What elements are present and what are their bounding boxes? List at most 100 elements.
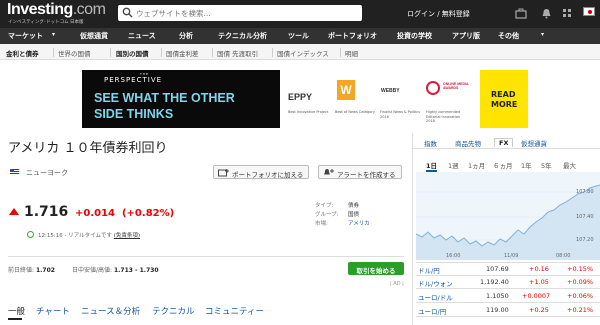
quote-name[interactable]: ドル/ウォン (418, 278, 453, 288)
subnav-forwards[interactable]: 国債 先渡取引 (217, 48, 258, 58)
row-divider (416, 262, 600, 263)
award-4-text: Highly commended Editorial Innovation 20… (426, 110, 461, 123)
create-alert-button[interactable]: アラートを作成する (318, 165, 402, 179)
quote-percent: +0.09% (567, 278, 594, 286)
nav-portfolio[interactable]: ポートフォリオ (328, 31, 377, 41)
ad-label: | AD | (390, 281, 404, 287)
timeframe-5y[interactable]: 5年 (541, 160, 552, 170)
tab-news-analysis[interactable]: ニュース＆分析 (81, 305, 140, 317)
quote-change: +1.05 (529, 278, 549, 286)
search-box[interactable] (118, 5, 362, 21)
japan-flag-icon[interactable] (583, 7, 595, 16)
online-media-awards-icon (426, 81, 440, 95)
nav-tools[interactable]: ツール (288, 31, 309, 41)
nav-app[interactable]: アプリ版 (452, 31, 480, 41)
nav-more[interactable]: その他 (498, 31, 519, 41)
ad-cta-label: READ MORE (491, 90, 518, 109)
prev-close-value: 1.702 (35, 267, 55, 274)
up-arrow-icon (9, 208, 19, 215)
quote-name[interactable]: ドル/円 (418, 265, 440, 275)
search-input[interactable] (136, 5, 356, 21)
portfolio-icon[interactable] (515, 8, 527, 19)
header: Investing.com インベスティング･ドットコム 日本版 ログイン / … (0, 0, 600, 28)
tab-technical[interactable]: テクニカル (152, 305, 195, 317)
ad-brand: PERSPECTIVE (104, 72, 162, 84)
add-to-portfolio-button[interactable]: ポートフォリオに加える (213, 165, 310, 179)
portfolio-add-icon (218, 169, 229, 177)
main-nav: マーケット ▾ 仮想通貨 ニュース 分析 テクニカル分析 ツール ポートフォリオ… (0, 28, 600, 44)
sub-nav: 金利と債券 世界の国債 国別の国債 国債金利差 国債 先渡取引 国債インデックス… (0, 44, 600, 60)
search-icon (122, 7, 133, 18)
award-1-text: Best Innovative Project (288, 110, 329, 114)
nav-news[interactable]: ニュース (128, 31, 156, 41)
mini-chart-svg (415, 184, 600, 260)
grid-icon[interactable] (562, 8, 573, 19)
start-trading-button[interactable]: 取引を始める (348, 262, 404, 275)
time-text: 12:15:16 - リアルタイムです (38, 233, 113, 239)
subnav-indices[interactable]: 国債インデックス (277, 48, 329, 58)
quote-price: 119.00 (486, 306, 509, 314)
login-link[interactable]: ログイン / 無料登録 (407, 9, 470, 19)
timeframe-1d[interactable]: 1日 (426, 160, 438, 172)
market-label: 市場: (315, 221, 328, 227)
quote-price: 1.1050 (486, 292, 509, 300)
x-tick-label: 08:00 (556, 253, 571, 259)
price-change: +0.014 (+0.82%) (75, 208, 174, 219)
subnav-spreads[interactable]: 国債金利差 (166, 48, 199, 58)
ad-awards-panel: EPPY Best Innovative Project W Best of N… (280, 70, 480, 128)
logo[interactable]: Investing.com (7, 1, 106, 19)
quote-price: 1,192.40 (480, 278, 509, 286)
quote-change: +0.16 (529, 265, 549, 273)
sidebar-tab-fx[interactable]: FX (494, 138, 514, 147)
sidebar-tab-indices[interactable]: 指数 (424, 138, 437, 148)
quote-name[interactable]: ユーロ/ドル (418, 292, 453, 302)
subnav-separator (212, 48, 213, 57)
tab-community[interactable]: コミュニティー (205, 305, 264, 317)
tab-overview[interactable]: 一般 (8, 305, 25, 317)
subnav-details[interactable]: 明細 (345, 48, 358, 58)
timeframe-1w[interactable]: 1週 (448, 160, 459, 170)
ad-banner[interactable]: PERSPECTIVE SEE WHAT THE OTHER SIDE THIN… (82, 70, 528, 128)
logo-main: Investing (7, 1, 73, 18)
nav-analysis[interactable]: 分析 (179, 31, 193, 41)
timeframe-1y[interactable]: 1年 (521, 160, 532, 170)
nav-markets[interactable]: マーケット (8, 31, 43, 41)
group-label: グループ: (315, 212, 339, 218)
quote-change: +0.25 (529, 306, 549, 314)
nav-education[interactable]: 投資の学校 (397, 31, 432, 41)
subnav-country-bonds[interactable]: 国別の国債 (116, 48, 149, 58)
quote-change: +0.0007 (522, 292, 551, 300)
group-value: 国債 (348, 212, 360, 218)
nav-technical[interactable]: テクニカル分析 (218, 31, 267, 41)
timeframe-6m[interactable]: ６ヵ月 (493, 160, 513, 170)
row-divider (416, 316, 600, 317)
timeframe-1m[interactable]: 1ヵ月 (468, 160, 485, 170)
subnav-rates-bonds[interactable]: 金利と債券 (6, 48, 39, 58)
ad-cta[interactable]: READ MORE (480, 70, 528, 128)
ad-headline-2: SIDE THINKS (94, 107, 174, 121)
market-value-link[interactable]: アメリカ (348, 219, 370, 227)
chart-area (416, 185, 600, 260)
mini-chart[interactable]: 107.80 107.40 107.20 16:00 11/09 08:00 (415, 172, 600, 260)
sidebar-tab-crypto[interactable]: 仮想通貨 (521, 138, 547, 148)
eppy-logo: EPPY (288, 92, 313, 102)
last-price: 1.716 (24, 204, 69, 220)
nav-crypto[interactable]: 仮想通貨 (80, 31, 108, 41)
award-3-text: Finalist News & Politics 2018 (380, 110, 420, 119)
prev-close-label: 前日終値: (8, 267, 35, 274)
nav-markets-chevron-icon: ▾ (52, 31, 56, 38)
sidebar-tab-commodities[interactable]: 商品先物 (455, 138, 481, 148)
change-percent: (+0.82%) (121, 208, 175, 219)
quote-percent: +0.21% (567, 306, 594, 314)
tab-chart[interactable]: チャート (36, 305, 70, 317)
subnav-separator (110, 48, 111, 57)
disclaimer-link[interactable]: (免責条項) (114, 233, 140, 239)
quote-percent: +0.06% (567, 292, 594, 300)
us-flag-icon (10, 169, 19, 175)
timeframe-max[interactable]: 最大 (563, 160, 576, 170)
logo-subtitle: インベスティング･ドットコム 日本版 (8, 20, 84, 25)
subnav-world-bonds[interactable]: 世界の国債 (58, 48, 91, 58)
row-divider (416, 275, 600, 276)
bell-icon[interactable] (541, 8, 552, 19)
quote-name[interactable]: ユーロ/円 (418, 306, 446, 316)
